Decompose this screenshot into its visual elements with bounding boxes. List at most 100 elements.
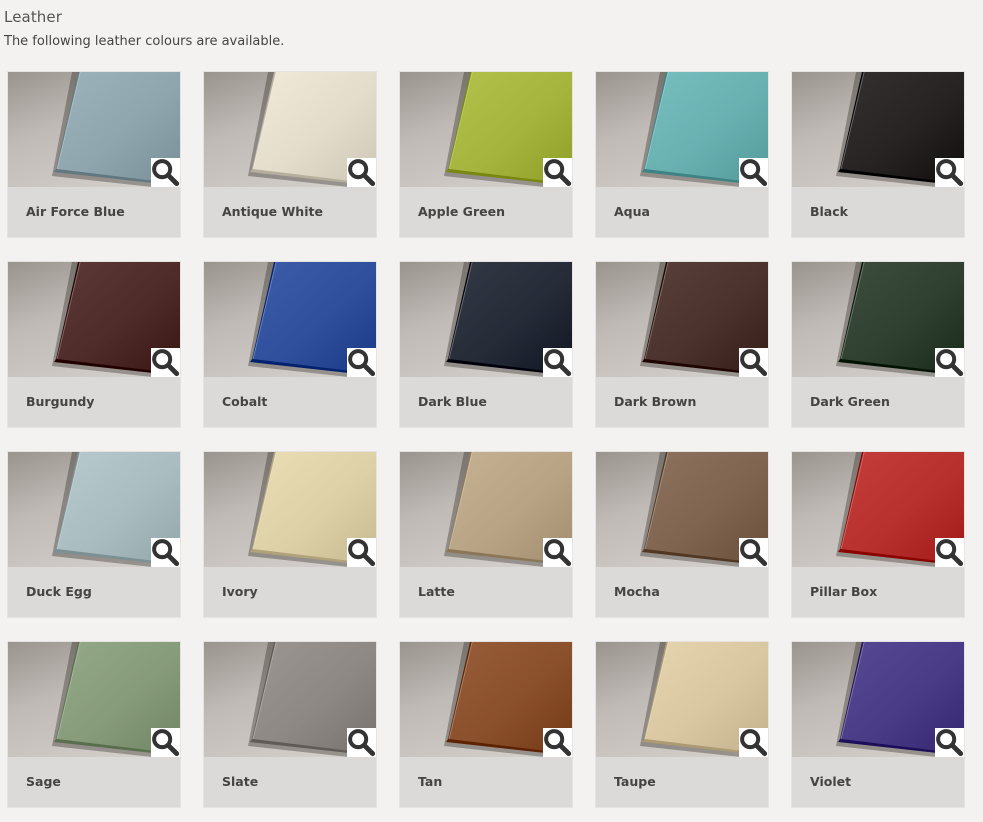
swatch-image[interactable] bbox=[8, 262, 180, 377]
swatch-label: Taupe bbox=[614, 774, 656, 789]
zoom-button[interactable] bbox=[739, 158, 768, 187]
swatch-label: Aqua bbox=[614, 204, 650, 219]
search-icon bbox=[152, 349, 180, 377]
swatch-taupe[interactable]: Taupe bbox=[596, 642, 768, 807]
swatch-image[interactable] bbox=[8, 72, 180, 187]
zoom-button[interactable] bbox=[347, 158, 376, 187]
zoom-button[interactable] bbox=[347, 348, 376, 377]
swatch-label: Duck Egg bbox=[26, 584, 92, 599]
swatch-label: Dark Brown bbox=[614, 394, 697, 409]
swatch-image[interactable] bbox=[596, 72, 768, 187]
swatch-grid: Air Force Blue Antique White Apple Green Aq… bbox=[8, 72, 968, 807]
swatch-label: Mocha bbox=[614, 584, 660, 599]
swatch-image[interactable] bbox=[792, 642, 964, 757]
swatch-label: Sage bbox=[26, 774, 61, 789]
swatch-latte[interactable]: Latte bbox=[400, 452, 572, 617]
swatch-ivory[interactable]: Ivory bbox=[204, 452, 376, 617]
search-icon bbox=[740, 349, 768, 377]
swatch-apple-green[interactable]: Apple Green bbox=[400, 72, 572, 237]
swatch-label: Apple Green bbox=[418, 204, 505, 219]
swatch-label: Ivory bbox=[222, 584, 258, 599]
swatch-image[interactable] bbox=[400, 72, 572, 187]
zoom-button[interactable] bbox=[935, 538, 964, 567]
swatch-label: Dark Green bbox=[810, 394, 890, 409]
section-description: The following leather colours are availa… bbox=[4, 34, 285, 49]
swatch-image[interactable] bbox=[8, 452, 180, 567]
swatch-image[interactable] bbox=[792, 72, 964, 187]
swatch-label: Burgundy bbox=[26, 394, 95, 409]
swatch-image[interactable] bbox=[792, 262, 964, 377]
swatch-burgundy[interactable]: Burgundy bbox=[8, 262, 180, 427]
swatch-mocha[interactable]: Mocha bbox=[596, 452, 768, 617]
swatch-label: Slate bbox=[222, 774, 259, 789]
swatch-black[interactable]: Black bbox=[792, 72, 964, 237]
section-title: Leather bbox=[4, 8, 62, 26]
swatch-label: Tan bbox=[418, 774, 443, 789]
zoom-button[interactable] bbox=[935, 158, 964, 187]
swatch-aqua[interactable]: Aqua bbox=[596, 72, 768, 237]
search-icon bbox=[740, 159, 768, 187]
swatch-label: Violet bbox=[810, 774, 852, 789]
search-icon bbox=[544, 539, 572, 567]
search-icon bbox=[348, 159, 376, 187]
swatch-dark-blue[interactable]: Dark Blue bbox=[400, 262, 572, 427]
zoom-button[interactable] bbox=[347, 538, 376, 567]
swatch-image[interactable] bbox=[400, 642, 572, 757]
swatch-sage[interactable]: Sage bbox=[8, 642, 180, 807]
swatch-image[interactable] bbox=[8, 642, 180, 757]
search-icon bbox=[348, 349, 376, 377]
swatch-label: Latte bbox=[418, 584, 455, 599]
swatch-dark-brown[interactable]: Dark Brown bbox=[596, 262, 768, 427]
swatch-label: Dark Blue bbox=[418, 394, 487, 409]
search-icon bbox=[936, 729, 964, 757]
swatch-image[interactable] bbox=[204, 642, 376, 757]
swatch-dark-green[interactable]: Dark Green bbox=[792, 262, 964, 427]
search-icon bbox=[740, 729, 768, 757]
search-icon bbox=[936, 539, 964, 567]
search-icon bbox=[544, 159, 572, 187]
swatch-image[interactable] bbox=[204, 72, 376, 187]
zoom-button[interactable] bbox=[739, 728, 768, 757]
search-icon bbox=[936, 159, 964, 187]
zoom-button[interactable] bbox=[935, 348, 964, 377]
swatch-image[interactable] bbox=[596, 452, 768, 567]
zoom-button[interactable] bbox=[151, 728, 180, 757]
zoom-button[interactable] bbox=[935, 728, 964, 757]
search-icon bbox=[152, 539, 180, 567]
swatch-label: Cobalt bbox=[222, 394, 268, 409]
zoom-button[interactable] bbox=[543, 158, 572, 187]
leather-colours-page: Leather The following leather colours ar… bbox=[0, 0, 983, 822]
search-icon bbox=[348, 539, 376, 567]
swatch-image[interactable] bbox=[596, 642, 768, 757]
search-icon bbox=[152, 159, 180, 187]
swatch-image[interactable] bbox=[400, 262, 572, 377]
swatch-antique-white[interactable]: Antique White bbox=[204, 72, 376, 237]
zoom-button[interactable] bbox=[151, 348, 180, 377]
zoom-button[interactable] bbox=[739, 538, 768, 567]
zoom-button[interactable] bbox=[543, 538, 572, 567]
swatch-image[interactable] bbox=[204, 262, 376, 377]
zoom-button[interactable] bbox=[151, 158, 180, 187]
swatch-label: Antique White bbox=[222, 204, 323, 219]
swatch-violet[interactable]: Violet bbox=[792, 642, 964, 807]
swatch-cobalt[interactable]: Cobalt bbox=[204, 262, 376, 427]
swatch-duck-egg[interactable]: Duck Egg bbox=[8, 452, 180, 617]
zoom-button[interactable] bbox=[739, 348, 768, 377]
swatch-tan[interactable]: Tan bbox=[400, 642, 572, 807]
search-icon bbox=[936, 349, 964, 377]
swatch-image[interactable] bbox=[204, 452, 376, 567]
zoom-button[interactable] bbox=[543, 728, 572, 757]
swatch-image[interactable] bbox=[400, 452, 572, 567]
zoom-button[interactable] bbox=[151, 538, 180, 567]
swatch-air-force-blue[interactable]: Air Force Blue bbox=[8, 72, 180, 237]
swatch-slate[interactable]: Slate bbox=[204, 642, 376, 807]
search-icon bbox=[348, 729, 376, 757]
search-icon bbox=[544, 349, 572, 377]
zoom-button[interactable] bbox=[543, 348, 572, 377]
swatch-label: Black bbox=[810, 204, 848, 219]
swatch-image[interactable] bbox=[596, 262, 768, 377]
zoom-button[interactable] bbox=[347, 728, 376, 757]
swatch-pillar-box[interactable]: Pillar Box bbox=[792, 452, 964, 617]
swatch-image[interactable] bbox=[792, 452, 964, 567]
search-icon bbox=[740, 539, 768, 567]
